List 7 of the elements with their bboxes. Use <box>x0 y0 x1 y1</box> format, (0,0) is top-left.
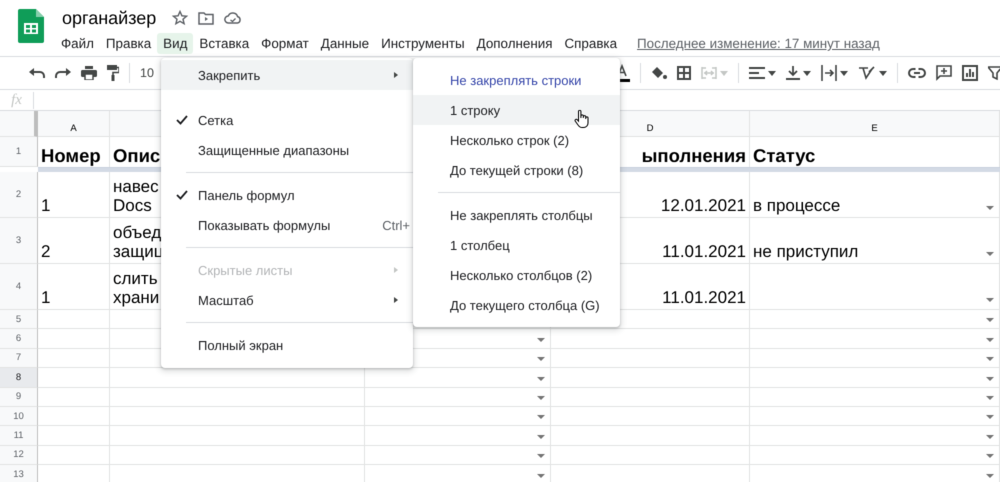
table-cell: 1 <box>38 264 110 310</box>
table-cell: 2 <box>38 218 110 264</box>
formula-label: fx <box>10 92 23 108</box>
table-cell: в процессе <box>750 172 1000 218</box>
table-cell: 1 <box>38 172 110 218</box>
table-cell: не приступил <box>750 218 1000 264</box>
shortcut-hint: Ctrl+ <box>382 218 410 232</box>
